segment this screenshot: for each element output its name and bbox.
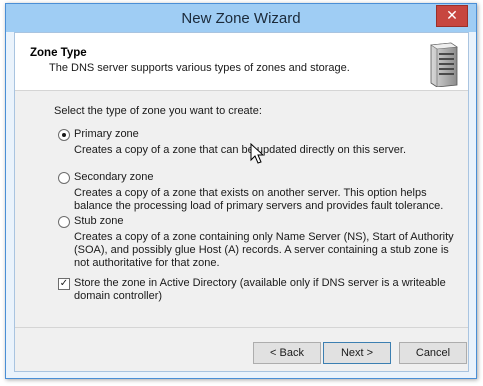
server-icon (430, 42, 458, 87)
window-title: New Zone Wizard (181, 10, 301, 27)
primary-zone-radio[interactable] (58, 129, 70, 141)
wizard-body: Zone Type The DNS server supports variou… (14, 32, 469, 372)
close-button[interactable]: ✕ (436, 5, 468, 27)
back-button[interactable]: < Back (253, 342, 321, 364)
secondary-zone-label[interactable]: Secondary zone (74, 171, 154, 183)
mouse-cursor-icon (250, 143, 265, 164)
radio-selected-dot (62, 133, 66, 137)
primary-zone-label[interactable]: Primary zone (74, 128, 139, 140)
next-button[interactable]: Next > (323, 342, 391, 364)
cancel-button[interactable]: Cancel (399, 342, 467, 364)
ad-storage-label[interactable]: Store the zone in Active Directory (avai… (74, 277, 454, 303)
wizard-window: New Zone Wizard ✕ Zone Type The DNS serv… (5, 3, 477, 379)
stub-zone-label[interactable]: Stub zone (74, 215, 124, 227)
footer-divider (15, 327, 468, 328)
zone-type-prompt: Select the type of zone you want to crea… (54, 105, 262, 117)
wizard-header: Zone Type The DNS server supports variou… (15, 33, 468, 91)
page-subtitle: The DNS server supports various types of… (49, 62, 350, 74)
ad-storage-checkbox[interactable]: ✓ (58, 278, 70, 290)
stub-zone-radio[interactable] (58, 216, 70, 228)
page-title: Zone Type (30, 47, 87, 59)
title-bar[interactable]: New Zone Wizard ✕ (6, 4, 476, 32)
secondary-zone-description: Creates a copy of a zone that exists on … (74, 187, 444, 212)
stub-zone-description: Creates a copy of a zone containing only… (74, 231, 454, 269)
secondary-zone-radio[interactable] (58, 172, 70, 184)
